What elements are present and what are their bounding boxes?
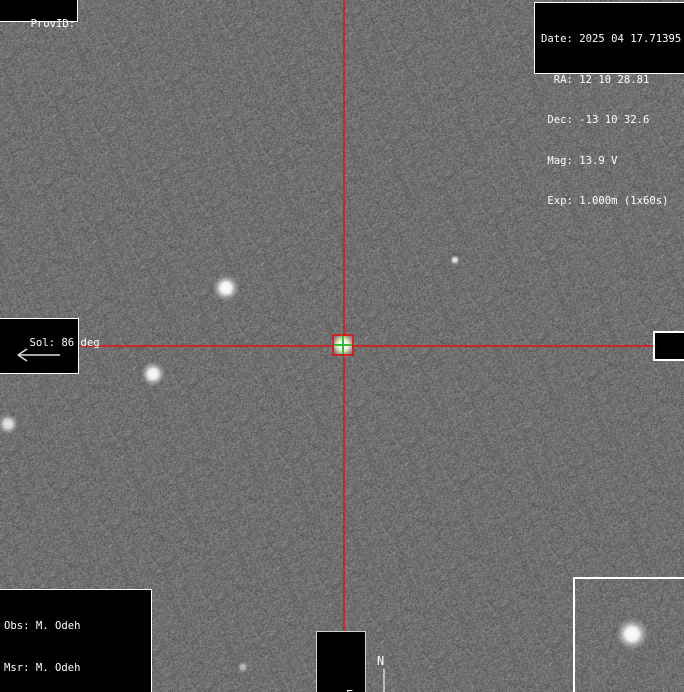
compass-box: N E (316, 631, 366, 692)
provid-label-box: ProvID: (0, 0, 78, 22)
sun-direction-arrow-icon (12, 345, 64, 365)
dec-line: Dec: -13 10 32.6 (541, 114, 684, 128)
target-zoom-image (575, 579, 684, 692)
compass-east-label: E (346, 688, 353, 692)
target-zoom-inset (573, 577, 684, 692)
sun-angle-box: Sol: 86 deg (0, 318, 79, 374)
trail-marker-box: --- (653, 331, 684, 361)
ra-line: RA: 12 10 28.81 (541, 74, 684, 88)
crosshair-vertical-top (343, 0, 345, 334)
measurer-line: Msr: M. Odeh (4, 662, 151, 676)
mag-line: Mag: 13.9 V (541, 155, 684, 169)
target-info-box: Date: 2025 04 17.71395 RA: 12 10 28.81 D… (534, 2, 684, 74)
compass-icon: N E (343, 646, 391, 692)
crosshair-vertical-bottom (343, 356, 345, 631)
astrometry-viewer: ProvID: Date: 2025 04 17.71395 RA: 12 10… (0, 0, 684, 692)
target-marker-cross-horizontal (334, 344, 352, 346)
observation-info-box: Obs: M. Odeh Msr: M. Odeh Stn: M44 Tel: … (0, 589, 152, 692)
provid-label: ProvID: (31, 18, 76, 30)
date-line: Date: 2025 04 17.71395 (541, 33, 684, 47)
observer-line: Obs: M. Odeh (4, 620, 151, 634)
crosshair-horizontal-right (354, 345, 653, 347)
compass-north-label: N (377, 654, 384, 668)
exp-line: Exp: 1.000m (1x60s) (541, 195, 684, 209)
crosshair-horizontal-left (79, 345, 332, 347)
